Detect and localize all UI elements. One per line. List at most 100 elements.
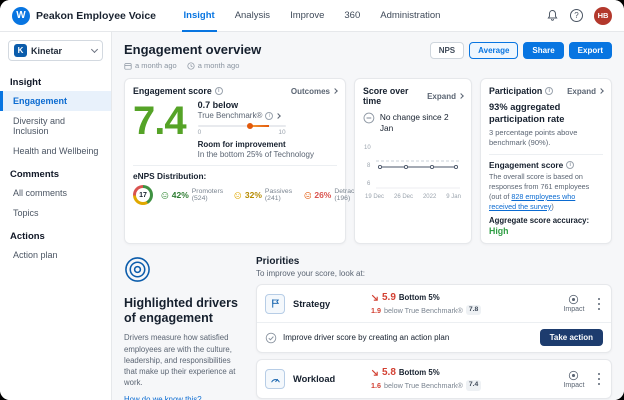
share-button[interactable]: Share	[523, 42, 563, 59]
drivers-intro: Highlighted drivers of engagement Driver…	[124, 256, 242, 400]
smile-icon	[161, 190, 169, 201]
page-meta: a month ago a month ago	[124, 61, 261, 70]
priorities-section: Priorities To improve your score, look a…	[256, 256, 612, 400]
sidebar-item-diversity[interactable]: Diversity and Inclusion	[0, 111, 111, 141]
gauge-score-marker	[247, 123, 253, 129]
action-suggestion-text: Improve driver score by creating an acti…	[283, 333, 534, 342]
brand-name: Peakon Employee Voice	[36, 10, 156, 22]
notifications-bell-icon[interactable]	[546, 9, 559, 22]
impact-indicator[interactable]: Impact	[563, 370, 584, 389]
promoters-label: Promoters (524)	[192, 188, 227, 202]
priority-benchmark-row: 1.6 below True Benchmark® 7.4	[371, 380, 555, 390]
average-button[interactable]: Average	[469, 42, 518, 59]
benchmark-name-row: True Benchmark®	[198, 111, 314, 120]
org-name: Kinetar	[31, 46, 88, 56]
workday-logo-icon	[12, 7, 30, 25]
primary-nav: Insight Analysis Improve 360 Administrat…	[182, 0, 443, 32]
kebab-menu-icon[interactable]	[595, 371, 604, 388]
svg-text:8: 8	[367, 163, 371, 169]
sidebar-item-all-comments[interactable]: All comments	[0, 183, 111, 203]
kebab-menu-icon[interactable]	[595, 296, 604, 313]
info-icon[interactable]	[265, 112, 273, 120]
sidebar-item-topics[interactable]: Topics	[0, 203, 111, 223]
clock-icon	[187, 62, 195, 70]
engagement-score-value: 7.4	[133, 100, 186, 159]
neutral-face-icon	[234, 190, 242, 201]
chevron-down-icon	[91, 46, 98, 53]
calendar-icon	[124, 62, 132, 70]
sidebar: K Kinetar Insight Engagement Diversity a…	[0, 32, 112, 400]
divider	[489, 154, 603, 155]
nav-insight[interactable]: Insight	[182, 0, 217, 32]
participation-body-suffix: )	[551, 202, 553, 211]
priority-card-workload: Workload 5.8 Bottom 5% 1.6 below True Be…	[256, 359, 612, 398]
sidebar-item-engagement[interactable]: Engagement	[0, 91, 111, 111]
x-label: 2022	[423, 194, 436, 200]
score-trend-chart: 10 8 6	[363, 138, 463, 194]
export-button[interactable]: Export	[569, 42, 612, 59]
x-label: 9 Jan	[446, 194, 461, 200]
score-over-time-expand-link[interactable]: Expand	[427, 92, 463, 101]
chevron-right-icon[interactable]	[276, 113, 282, 119]
nav-360[interactable]: 360	[342, 0, 362, 32]
participation-engagement-title-text: Engagement score	[489, 160, 563, 170]
promoters-pct: 42%	[172, 190, 189, 200]
impact-icon	[568, 370, 579, 381]
take-action-button[interactable]: Take action	[540, 329, 603, 346]
chevron-right-icon	[598, 88, 604, 94]
participation-expand-link[interactable]: Expand	[567, 87, 603, 96]
checkmark-circle-icon	[265, 332, 277, 344]
nav-analysis[interactable]: Analysis	[233, 0, 272, 32]
participation-title-text: Participation	[489, 86, 542, 96]
svg-text:6: 6	[367, 181, 371, 187]
nav-improve[interactable]: Improve	[288, 0, 326, 32]
chevron-right-icon	[332, 88, 338, 94]
expand-link-text: Expand	[427, 92, 456, 101]
detractors-pct: 26%	[314, 190, 331, 200]
priority-diff-text: below True Benchmark®	[384, 381, 463, 390]
drivers-description: Drivers measure how satisfied employees …	[124, 332, 242, 388]
sidebar-item-action-plan[interactable]: Action plan	[0, 245, 111, 265]
info-icon[interactable]	[545, 87, 553, 95]
impact-indicator[interactable]: Impact	[563, 294, 584, 313]
priorities-subtitle: To improve your score, look at:	[256, 269, 612, 278]
accuracy-value: High	[489, 226, 603, 236]
benchmark-badge: 7.8	[466, 305, 481, 315]
user-avatar[interactable]: HB	[594, 7, 612, 25]
arrow-down-right-icon	[371, 369, 379, 377]
score-over-time-card: Score over time Expand No change since 2…	[354, 78, 472, 244]
sidebar-item-health[interactable]: Health and Wellbeing	[0, 141, 111, 161]
chevron-right-icon	[458, 93, 464, 99]
chart-x-labels: 19 Dec 26 Dec 2022 9 Jan	[363, 194, 463, 200]
priority-benchmark-row: 1.9 below True Benchmark® 7.8	[371, 305, 555, 315]
how-do-we-know-link[interactable]: How do we know this?	[124, 395, 202, 400]
enps-ring: 17	[133, 185, 153, 205]
org-switcher[interactable]: K Kinetar	[8, 40, 103, 61]
created-meta: a month ago	[124, 61, 177, 70]
arrow-down-right-icon	[371, 294, 379, 302]
participation-engagement-title: Engagement score	[489, 160, 603, 170]
benchmark-diff: 0.7 below	[198, 100, 314, 110]
gauge-max-label: 10	[278, 129, 285, 136]
info-icon[interactable]	[215, 87, 223, 95]
sidebar-section-comments: Comments	[0, 161, 111, 183]
priority-name[interactable]: Workload	[293, 374, 363, 384]
enps-distribution: 17 42% Promoters (524) 32% Passives (241…	[133, 185, 337, 205]
expand-link-text: Expand	[567, 87, 596, 96]
room-improvement-text: In the bottom 25% of Technology	[198, 150, 314, 159]
outcomes-link-text: Outcomes	[291, 87, 330, 96]
sidebar-section-insight: Insight	[0, 69, 111, 91]
outcomes-link[interactable]: Outcomes	[291, 87, 337, 96]
passives-label: Passives (241)	[265, 188, 296, 202]
nps-button[interactable]: NPS	[430, 42, 464, 59]
impact-label: Impact	[563, 306, 584, 313]
info-icon[interactable]	[566, 161, 574, 169]
participation-rate: 93% aggregated participation rate	[489, 101, 603, 125]
org-logo: K	[14, 44, 27, 57]
nav-administration[interactable]: Administration	[378, 0, 442, 32]
priority-rank: Bottom 5%	[399, 368, 440, 377]
score-gauge: 0 10	[198, 125, 286, 136]
help-icon[interactable]	[570, 9, 583, 22]
priority-name[interactable]: Strategy	[293, 299, 363, 309]
accuracy-label: Aggregate score accuracy:	[489, 216, 603, 225]
